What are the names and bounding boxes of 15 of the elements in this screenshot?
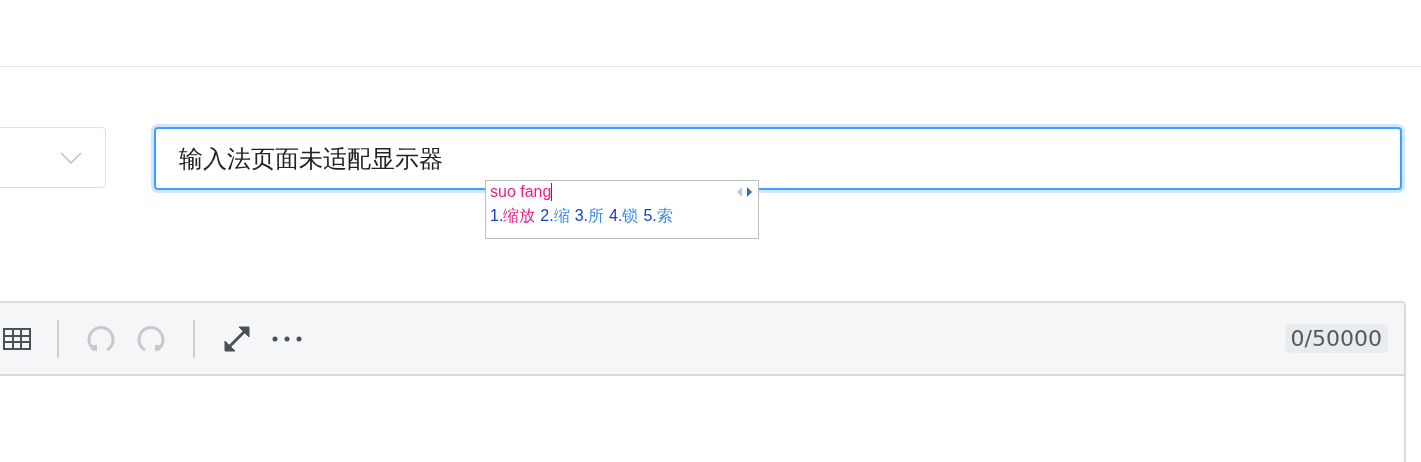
candidate-number: 4. xyxy=(609,207,623,224)
ime-candidate[interactable]: 索 xyxy=(656,207,673,224)
ime-composition: suo fang xyxy=(490,183,553,201)
character-counter: 0/50000 xyxy=(1284,324,1388,353)
ime-candidate[interactable]: 锁 xyxy=(622,207,639,224)
candidate-number: 2. xyxy=(540,207,554,224)
table-icon[interactable] xyxy=(3,327,31,350)
more-icon[interactable] xyxy=(271,334,303,343)
ime-candidate[interactable]: 所 xyxy=(588,207,605,224)
ime-candidate[interactable]: 缩 xyxy=(553,207,570,224)
candidate-number: 1. xyxy=(490,207,504,224)
candidate-number: 5. xyxy=(643,207,657,224)
candidate-number: 3. xyxy=(574,207,589,224)
page-arrows-icon[interactable] xyxy=(736,186,754,198)
ime-candidate[interactable]: 缩放 xyxy=(503,207,536,224)
